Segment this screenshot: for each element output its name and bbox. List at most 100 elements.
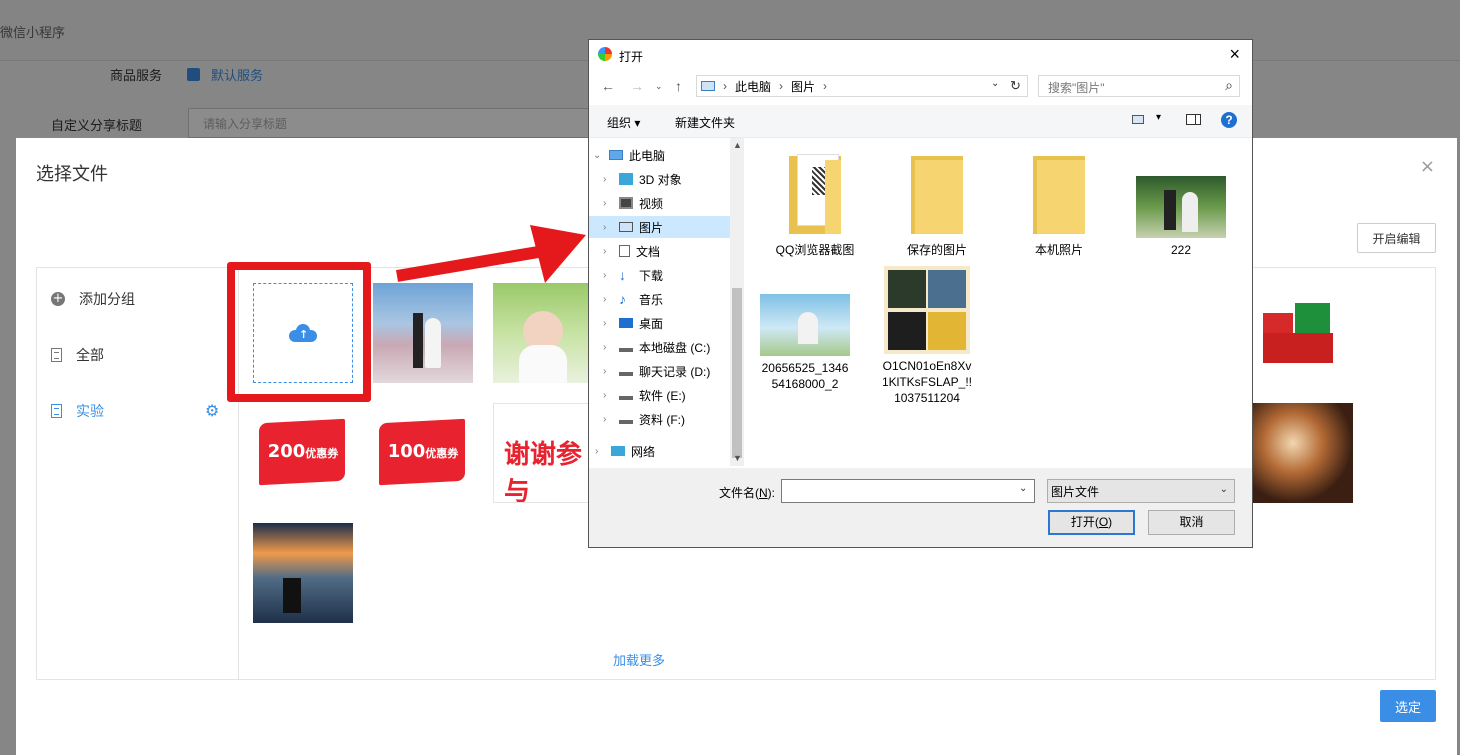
tree-item-drive-c[interactable]: › 本地磁盘 (C:) [603,336,710,358]
tree-item-drive-e[interactable]: › 软件 (E:) [603,384,686,406]
tree-label: 此电脑 [629,148,666,163]
file-name: 保存的图片 [906,243,967,257]
tree-item-network[interactable]: › 网络 [595,440,655,462]
up-arrow-icon[interactable]: ↑ [675,78,682,94]
refresh-icon[interactable]: ↻ [1010,78,1021,94]
address-dropdown-icon[interactable]: ⌄ [991,78,999,89]
filename-dropdown-icon[interactable]: ⌄ [1019,483,1027,494]
tree-label: 视频 [639,196,664,211]
group-all-label: 全部 [76,348,104,364]
load-more-link[interactable]: 加载更多 [613,650,665,669]
plus-icon: + [51,291,65,306]
folder-icon [911,154,963,234]
drive-icon [619,390,633,400]
tree-item-desktop[interactable]: › 桌面 [603,312,663,334]
photo-thumbnail [1136,176,1226,238]
navigation-tree: ⌄ 此电脑 › 3D 对象 › 视频 › 图片 › 文档 › ↓ 下载 › ♪ … [589,138,730,466]
file-name: 20656525_1346 54168000_2 [761,361,849,391]
enable-edit-button[interactable]: 开启编辑 [1357,223,1436,253]
tree-label: 聊天记录 (D:) [639,364,711,379]
pictures-icon [701,81,715,91]
tree-item-this-pc[interactable]: ⌄ 此电脑 [593,144,665,166]
file-item-saved-pictures[interactable]: 保存的图片 [882,154,992,258]
file-item-local-photos[interactable]: 本机照片 [1004,154,1114,258]
tree-label: 本地磁盘 (C:) [639,340,711,355]
cancel-button[interactable]: 取消 [1148,510,1235,535]
forward-arrow-icon[interactable]: → [630,78,644,94]
image-thumb-gifts[interactable] [1253,283,1353,383]
back-arrow-icon[interactable]: ← [601,78,615,94]
image-thumb-coupon-200[interactable]: 200优惠券 [253,403,353,503]
scroll-down-icon[interactable]: ▼ [733,453,742,463]
document-icon [51,404,62,418]
image-thumb-baby[interactable] [493,283,593,383]
tree-item-video[interactable]: › 视频 [603,192,663,214]
group-item-all[interactable]: 全部 [51,345,104,365]
image-thumb-coupon-100[interactable]: 100优惠券 [373,403,473,503]
tree-item-music[interactable]: › ♪ 音乐 [603,288,663,310]
scroll-up-icon[interactable]: ▲ [733,140,742,150]
coupon-100-value: 100 [387,441,426,462]
tree-label: 下载 [639,268,664,283]
tree-item-drive-d[interactable]: › 聊天记录 (D:) [603,360,710,382]
network-icon [611,446,625,456]
search-placeholder: 搜索"图片" [1048,81,1105,95]
drive-icon [619,414,633,424]
recent-dropdown-icon[interactable]: ⌄ [655,81,663,92]
tree-item-downloads[interactable]: › ↓ 下载 [603,264,663,286]
coupon-200-value: 200 [267,441,306,462]
dialog-toolbar: 组织 ▾ 新建文件夹 [589,105,1252,138]
filename-input[interactable] [781,479,1035,503]
preview-pane-icon[interactable] [1186,114,1201,125]
search-input[interactable]: 搜索"图片" ⌕ [1038,75,1240,97]
image-thumb-thanks[interactable]: 谢谢参与 [493,403,593,503]
dialog-titlebar: 打开 × [589,40,1252,70]
app-logo-icon [598,47,612,61]
tree-item-pictures[interactable]: › 图片 [589,216,730,238]
view-dropdown-icon[interactable]: ▾ [1156,112,1161,123]
photo-thumbnail [884,266,970,354]
gear-icon[interactable]: ⚙ [205,403,221,419]
chevron-down-icon: ⌄ [1219,484,1228,495]
dialog-title: 打开 [619,50,644,64]
dialog-close-icon[interactable]: × [1229,44,1240,65]
filename-label: 文件名(N): [719,486,776,500]
folder-icon [789,154,841,234]
image-thumb-seaside[interactable] [253,523,353,623]
group-sidebar: + 添加分组 全部 实验 ⚙ [37,268,239,679]
group-item-experiment[interactable]: 实验 [51,401,104,421]
organize-menu[interactable]: 组织 ▾ [607,114,640,131]
file-item-222[interactable]: 222 [1126,154,1236,258]
image-thumb-wedding-boat[interactable] [373,283,473,383]
file-item-qq-screenshots[interactable]: QQ浏览器截图 [760,154,870,258]
tree-item-drive-f[interactable]: › 资料 (F:) [603,408,685,430]
add-group-button[interactable]: + 添加分组 [51,289,135,309]
tree-scrollbar[interactable]: ▲ ▼ [730,138,744,466]
annotation-arrow [395,225,586,283]
photo-thumbnail [760,294,850,356]
help-icon[interactable]: ? [1221,112,1237,128]
tree-item-documents[interactable]: › 文档 [603,240,660,262]
view-mode-icon[interactable] [1132,115,1144,124]
open-button[interactable]: 打开(O) [1048,510,1135,535]
breadcrumb-pictures[interactable]: 图片 [791,78,815,95]
tree-label: 音乐 [639,292,664,307]
file-list: QQ浏览器截图 保存的图片 本机照片 222 20656525_1346 541… [747,140,1247,465]
file-item-o1cn01[interactable]: O1CN01oEn8Xv 1KlTKsFSLAP_!! 1037511204 [872,266,982,406]
3d-objects-icon [619,173,633,185]
tree-label: 3D 对象 [639,172,682,187]
desktop-icon [619,318,633,328]
modal-close-icon[interactable]: × [1420,156,1435,177]
breadcrumb-this-pc[interactable]: 此电脑 [735,78,771,95]
file-item-20656525[interactable]: 20656525_1346 54168000_2 [750,294,860,392]
filetype-select[interactable]: 图片文件 ⌄ [1047,479,1235,503]
image-thumb-cave[interactable] [1253,403,1353,503]
tree-item-3d-objects[interactable]: › 3D 对象 [603,168,682,190]
drive-icon [619,366,633,376]
new-folder-button[interactable]: 新建文件夹 [675,114,735,131]
dialog-footer: 文件名(N): ⌄ 图片文件 ⌄ 打开(O) 取消 [589,468,1252,547]
address-bar[interactable]: › 此电脑 › 图片 › [696,75,1028,97]
scrollbar-thumb[interactable] [732,288,742,458]
tree-label: 软件 (E:) [639,388,686,403]
confirm-button[interactable]: 选定 [1380,690,1436,722]
